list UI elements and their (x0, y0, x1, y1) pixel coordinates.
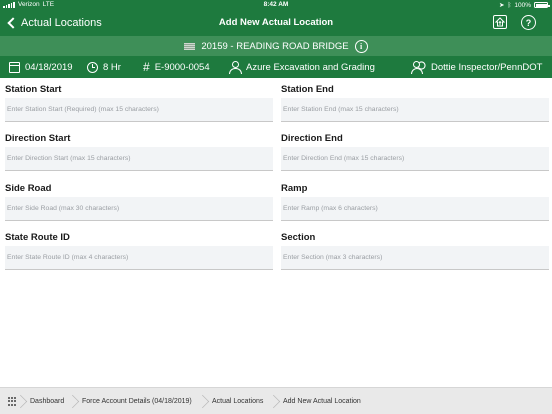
status-time: 8:42 AM (263, 1, 289, 8)
inspector-value: Dottie Inspector/PennDOT (431, 61, 543, 73)
hours-item: 8 Hr (87, 56, 121, 78)
status-bar: Verizon LTE 8:42 AM ➤ ᛒ 100% (0, 0, 552, 10)
state-route-id-label: State Route ID (5, 232, 70, 243)
bluetooth-icon: ᛒ (507, 1, 512, 9)
help-glyph: ? (525, 17, 532, 28)
ramp-input[interactable] (281, 197, 549, 221)
battery-fill (535, 3, 547, 7)
section-input[interactable] (281, 246, 549, 270)
section-label: Section (281, 232, 316, 243)
home-upload-glyph (495, 17, 505, 27)
person-icon (229, 61, 242, 74)
status-right: ➤ ᛒ 100% (499, 1, 550, 9)
location-arrow-icon: ➤ (499, 2, 505, 9)
hours-value: 8 Hr (103, 61, 121, 73)
breadcrumb-separator (66, 392, 78, 410)
date-value: 04/18/2019 (25, 61, 73, 73)
info-icon[interactable]: i (354, 39, 368, 53)
breadcrumb-actual-locations[interactable]: Actual Locations (212, 388, 263, 414)
project-name: 20159 - READING ROAD BRIDGE (201, 40, 349, 52)
info-glyph: i (360, 41, 363, 51)
inspector-item: Dottie Inspector/PennDOT (411, 56, 542, 78)
ramp-label: Ramp (281, 183, 308, 194)
side-road-input[interactable] (5, 197, 273, 221)
contractor-item: Azure Excavation and Grading (229, 56, 375, 78)
project-flag-icon (184, 42, 196, 50)
project-bar: 20159 - READING ROAD BRIDGE i (0, 36, 552, 56)
breadcrumb-current-page: Add New Actual Location (283, 397, 361, 405)
info-bar: 04/18/2019 8 Hr # E-9000-0054 Azure Exca… (0, 56, 552, 78)
station-end-label: Station End (281, 84, 334, 95)
contract-item: # E-9000-0054 (143, 56, 210, 78)
breadcrumb-separator (14, 392, 26, 410)
direction-end-input[interactable] (281, 147, 549, 171)
direction-start-input[interactable] (5, 147, 273, 171)
direction-start-label: Direction Start (5, 133, 71, 144)
clock-icon (87, 61, 98, 73)
help-icon[interactable]: ? (521, 15, 536, 30)
breadcrumb-force-account-details[interactable]: Force Account Details (04/18/2019) (82, 388, 192, 414)
breadcrumb: Dashboard Force Account Details (04/18/2… (0, 387, 552, 414)
battery-icon (534, 2, 550, 8)
breadcrumb-separator (196, 392, 208, 410)
side-road-label: Side Road (5, 183, 52, 194)
hash-icon: # (143, 60, 150, 74)
breadcrumb-dashboard[interactable]: Dashboard (30, 388, 64, 414)
navigation-bar: Actual Locations Add New Actual Location… (0, 10, 552, 36)
station-start-label: Station Start (5, 84, 62, 95)
home-upload-icon[interactable] (493, 15, 507, 29)
station-end-input[interactable] (281, 98, 549, 122)
date-item: 04/18/2019 (9, 56, 73, 78)
station-start-input[interactable] (5, 98, 273, 122)
people-icon (411, 61, 426, 74)
calendar-icon (9, 61, 20, 73)
page-title: Add New Actual Location (218, 17, 334, 28)
direction-end-label: Direction End (281, 133, 343, 144)
state-route-id-input[interactable] (5, 246, 273, 270)
contractor-value: Azure Excavation and Grading (246, 61, 375, 73)
battery-percent: 100% (514, 1, 531, 9)
breadcrumb-separator (267, 392, 279, 410)
contract-value: E-9000-0054 (154, 61, 210, 73)
